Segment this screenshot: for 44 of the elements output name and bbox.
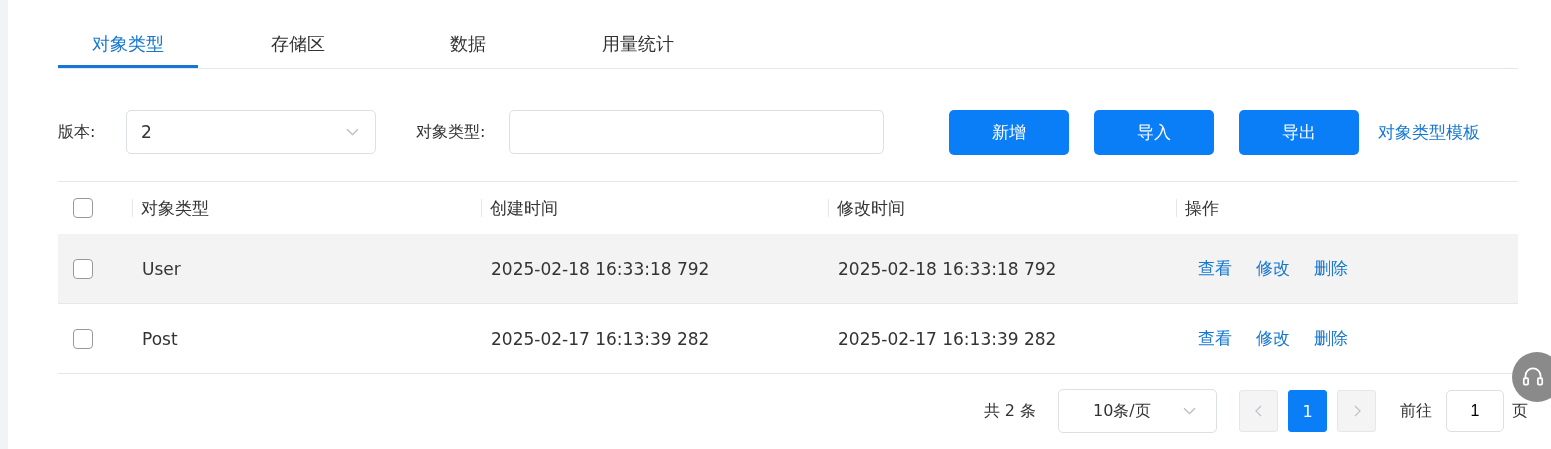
column-header: 对象类型 [141,198,209,218]
tab[interactable]: 存储区 [228,23,368,68]
field-label: 版本: [58,121,97,143]
table-cell: 2025-02-18 16:33:18 792 [838,258,1057,279]
field-label: 对象类型: [416,121,486,143]
chevron-left-icon [1254,405,1263,417]
tab[interactable]: 数据 [398,23,538,68]
action-button[interactable]: 导出 [1239,109,1360,155]
tab[interactable]: 用量统计 [568,23,708,68]
chevron-down-icon [346,127,359,137]
type-input-field[interactable] [509,110,885,154]
table-cell: 2025-02-18 16:33:18 792 [491,258,710,279]
page-size-select[interactable]: 10条/页 [1058,389,1217,433]
version-select[interactable]: 2 [126,110,376,154]
table-cell: User [142,258,181,279]
table-cell: Post [142,328,178,349]
checkbox[interactable] [73,198,93,218]
tab[interactable]: 对象类型 [58,23,198,68]
total-count: 共 2 条 [983,400,1036,422]
checkbox[interactable] [73,328,93,349]
chevron-down-icon [1183,406,1196,416]
column-header: 创建时间 [490,198,558,218]
column-header: 操作 [1185,198,1219,218]
table-cell: 2025-02-17 16:13:39 282 [491,328,710,349]
headset-button[interactable] [1512,352,1551,402]
chevron-right-icon [1352,405,1361,417]
action-link[interactable]: 查看 [1198,327,1232,350]
action-link[interactable]: 删除 [1314,257,1348,280]
page-suffix: 页 [1512,400,1528,422]
goto-label: 前往 [1400,400,1432,422]
table-row[interactable]: Post 2025-02-17 16:13:39 282 2025-02-17 16:13:39 282 查看 修改 删除 [58,304,1518,374]
checkbox[interactable] [73,258,93,279]
action-link[interactable]: 查看 [1198,257,1232,280]
action-link[interactable]: 修改 [1256,257,1290,280]
action-button[interactable]: 导入 [1094,109,1215,155]
column-header: 修改时间 [837,198,905,218]
action-button[interactable]: 新增 [949,109,1070,155]
goto-page-field[interactable]: 1 [1446,390,1504,432]
table-row[interactable]: User 2025-02-18 16:33:18 792 2025-02-18 16:33:18 792 查看 修改 删除 [58,234,1518,304]
page-number[interactable]: 1 [1288,390,1327,432]
action-link[interactable]: 修改 [1256,327,1290,350]
action-link[interactable]: 删除 [1314,327,1348,350]
table-cell: 2025-02-17 16:13:39 282 [838,328,1057,349]
template-link[interactable]: 对象类型模板 [1378,120,1481,144]
